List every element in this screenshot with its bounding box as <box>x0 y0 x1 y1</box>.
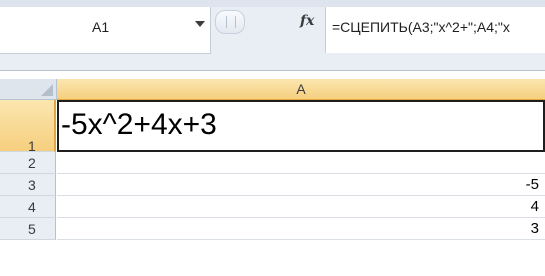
worksheet-grid: A 1 -5x^2+4x+3 2 3 -5 4 4 5 3 <box>0 79 545 276</box>
name-box[interactable]: A1 <box>0 7 211 54</box>
name-box-value: A1 <box>92 19 110 35</box>
spreadsheet-window: A1 fx =СЦЕПИТЬ(A3;"x^2+";A4;"x A 1 -5x^2… <box>0 0 545 276</box>
row-header-4[interactable]: 4 <box>0 196 56 218</box>
row-header-1[interactable]: 1 <box>0 100 56 154</box>
select-all-button[interactable] <box>0 79 57 100</box>
row-header-3[interactable]: 3 <box>0 174 56 196</box>
cell-a5[interactable]: 3 <box>57 218 545 240</box>
formula-input[interactable]: =СЦЕПИТЬ(A3;"x^2+";A4;"x <box>325 7 545 53</box>
row-header-5[interactable]: 5 <box>0 218 56 240</box>
select-all-triangle-icon <box>41 84 53 96</box>
row-header-2[interactable]: 2 <box>0 152 56 174</box>
cell-a3[interactable]: -5 <box>57 174 545 196</box>
formula-bar-splitter[interactable] <box>215 10 245 34</box>
insert-function-icon[interactable]: fx <box>300 13 314 29</box>
cell-a1[interactable]: -5x^2+4x+3 <box>57 100 545 152</box>
splitter-grip-icon <box>226 16 236 28</box>
formula-text: =СЦЕПИТЬ(A3;"x^2+";A4;"x <box>332 19 510 35</box>
column-header-a[interactable]: A <box>57 79 545 101</box>
cell-a2[interactable] <box>57 152 545 174</box>
chevron-down-icon[interactable] <box>195 21 205 27</box>
formula-bar: A1 fx =СЦЕПИТЬ(A3;"x^2+";A4;"x <box>0 0 545 71</box>
cell-a4[interactable]: 4 <box>57 196 545 218</box>
toolbar-strip <box>0 0 545 7</box>
